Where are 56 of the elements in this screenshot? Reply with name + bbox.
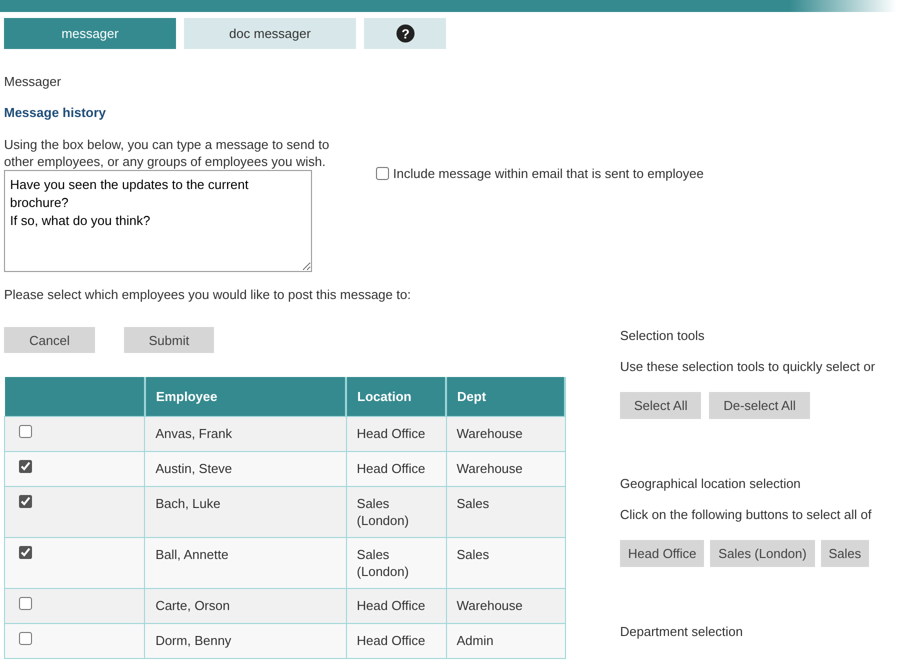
tab[interactable]: messager	[4, 18, 176, 49]
cancel-button[interactable]: Cancel	[4, 327, 95, 353]
table-cell: Sales (London)	[346, 537, 446, 588]
section-title: Message history	[4, 104, 107, 121]
table-cell: Head Office	[346, 451, 446, 486]
table-cell: Admin	[446, 623, 565, 658]
help-icon: ?	[396, 24, 414, 44]
tool-description: Use these selection tools to quickly select or	[620, 358, 876, 375]
location-button[interactable]: Sales (London)	[710, 540, 815, 567]
table-cell: Sales	[446, 486, 565, 537]
selection-button[interactable]: Select All	[620, 392, 702, 419]
row-checkbox[interactable]	[19, 460, 32, 472]
row-checkbox[interactable]	[19, 546, 32, 558]
table-row[interactable]: Carte, Orson Head Office Warehouse	[4, 588, 565, 623]
table-cell: Head Office	[346, 588, 446, 623]
column-header: Dept	[446, 377, 565, 416]
tool-section-title: Selection tools	[620, 327, 706, 344]
table-row[interactable]: Bach, Luke Sales (London) Sales	[4, 486, 565, 537]
tool-section-title: Geographical location selection	[620, 475, 802, 492]
row-checkbox[interactable]	[19, 424, 32, 438]
submit-button[interactable]: Submit	[124, 327, 214, 353]
column-header: Location	[346, 377, 446, 416]
prompt-text: Please select which employees you would like to post this message to:	[4, 286, 412, 303]
location-button[interactable]: Sales	[820, 540, 870, 567]
table-cell: Sales (London)	[346, 486, 446, 537]
tab[interactable]: doc messager	[184, 18, 356, 49]
table-row[interactable]: Anvas, Frank Head Office Warehouse	[4, 416, 565, 451]
page-title: Messager	[4, 73, 62, 90]
row-checkbox[interactable]	[19, 596, 32, 610]
help-tab[interactable]: ?	[364, 18, 446, 49]
table-cell: Head Office	[346, 623, 446, 658]
row-checkbox[interactable]	[19, 632, 32, 644]
table-cell: Ball, Annette	[144, 537, 346, 588]
table-cell: Dorm, Benny	[144, 623, 346, 658]
table-row[interactable]: Ball, Annette Sales (London) Sales	[4, 537, 565, 588]
table-cell: Bach, Luke	[144, 486, 346, 537]
table-cell: Austin, Steve	[144, 451, 346, 486]
selection-button[interactable]: De-select All	[709, 392, 810, 419]
table-cell: Warehouse	[446, 588, 565, 623]
row-checkbox[interactable]	[19, 494, 32, 508]
table-row[interactable]: Austin, Steve Head Office Warehouse	[4, 451, 565, 486]
tool-description: Click on the following buttons to select all of	[620, 506, 872, 523]
include-email-checkbox[interactable]	[376, 166, 389, 180]
table-cell: Head Office	[346, 416, 446, 451]
column-header: Employee	[144, 377, 346, 416]
table-cell: Warehouse	[446, 451, 565, 486]
table-cell: Sales	[446, 537, 565, 588]
include-email-label: Include message within email that is sent to employee	[393, 164, 704, 182]
table-cell: Anvas, Frank	[144, 416, 346, 451]
intro-text: Using the box below, you can type a message to send to other employees, or any groups of employees you wish.	[4, 136, 330, 170]
location-button[interactable]: Head Office	[620, 540, 704, 567]
table-row[interactable]: Dorm, Benny Head Office Admin	[4, 623, 565, 658]
table-cell: Carte, Orson	[144, 588, 346, 623]
table-cell: Warehouse	[446, 416, 565, 451]
message-field[interactable]: Have you seen the updates to the current brochure? If so, what do you think?	[4, 170, 312, 272]
tool-section-title: Department selection	[620, 623, 744, 640]
